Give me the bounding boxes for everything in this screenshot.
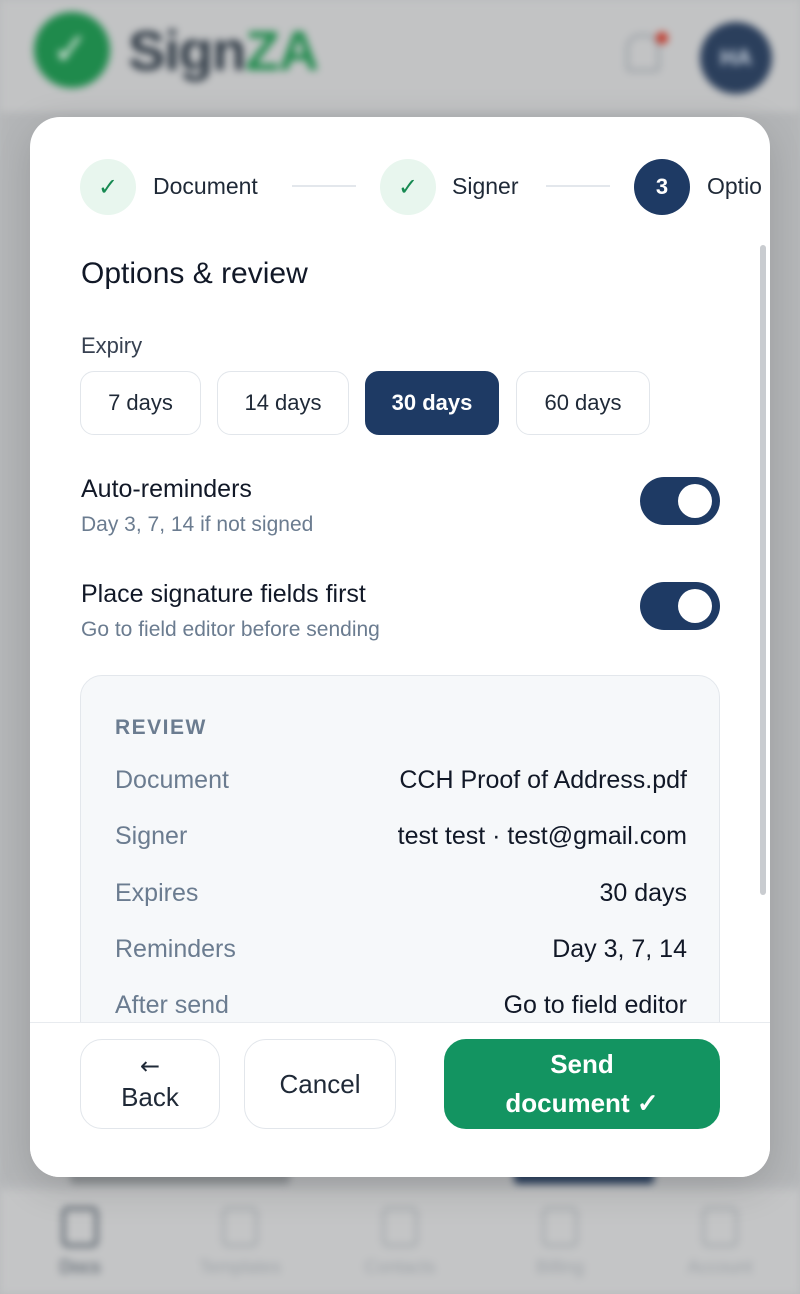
toggle-knob [678,484,712,518]
step-signer-label: Signer [452,173,519,199]
step-connector [292,185,356,187]
place-fields-toggle[interactable] [640,582,720,630]
back-button[interactable]: ← Back [80,1039,220,1129]
nav-item-account: Account [650,1206,790,1278]
review-value-signer: test test · test@gmail.com [397,822,687,850]
docs-icon [62,1206,98,1247]
step-options-number: 3 [634,159,690,215]
auto-reminders-toggle[interactable] [640,477,720,525]
expiry-option-30-days[interactable]: 30 days [365,371,499,435]
review-panel: REVIEW Document CCH Proof of Address.pdf… [80,675,720,1022]
send-button-line2: document ✓ [505,1088,659,1118]
expiry-option-7-days[interactable]: 7 days [80,371,201,435]
send-document-button[interactable]: Send document ✓ [444,1039,720,1129]
scrollbar[interactable] [760,245,766,895]
notification-bell-icon [626,34,660,72]
review-key-signer: Signer [115,822,188,850]
nav-item-billing: Billing [490,1206,630,1278]
stepper: ✓ Document ✓ Signer 3 Optio [30,117,770,257]
review-value-expires: 30 days [599,879,687,907]
toggle-knob [678,589,712,623]
review-key-reminders: Reminders [115,935,236,963]
billing-icon [542,1206,578,1247]
step-connector [546,185,610,187]
send-button-line1: Send [550,1049,614,1079]
step-options-label: Optio [707,173,762,199]
bottom-nav: Docs Templates Contacts Billing Account [0,1190,800,1294]
place-fields-subtitle: Go to field editor before sending [81,618,380,641]
review-value-document: CCH Proof of Address.pdf [399,766,687,794]
review-key-document: Document [115,766,229,794]
place-fields-title: Place signature fields first [81,580,366,608]
arrow-left-icon: ← [139,1051,161,1080]
nav-item-templates: Templates [170,1206,310,1278]
review-heading: REVIEW [115,716,207,739]
contacts-icon [382,1206,418,1247]
review-value-reminders: Day 3, 7, 14 [552,935,687,963]
modal-footer: ← Back Cancel Send document ✓ [30,1022,770,1177]
auto-reminders-subtitle: Day 3, 7, 14 if not signed [81,513,314,536]
app-header: ✓ SignZA HA [0,0,800,112]
nav-item-docs: Docs [10,1206,150,1278]
step-document-check-icon: ✓ [80,159,136,215]
step-signer-check-icon: ✓ [380,159,436,215]
nav-item-contacts: Contacts [330,1206,470,1278]
review-key-expires: Expires [115,879,199,907]
logo-check-icon: ✓ [52,24,89,75]
expiry-label: Expiry [81,333,143,358]
review-value-after-send: Go to field editor [503,991,687,1019]
expiry-option-60-days[interactable]: 60 days [516,371,650,435]
cancel-button[interactable]: Cancel [244,1039,396,1129]
options-scroll-area[interactable]: Options & review Expiry 7 days 14 days 3… [30,247,770,1022]
expiry-option-14-days[interactable]: 14 days [217,371,349,435]
avatar: HA [700,22,772,94]
logo-text: SignZA [128,19,319,82]
cancel-button-label: Cancel [279,1068,361,1099]
step-document-label: Document [153,173,258,199]
back-button-label: Back [121,1082,179,1112]
send-document-modal: ✓ Document ✓ Signer 3 Optio Options & re… [30,117,770,1177]
auto-reminders-title: Auto-reminders [81,475,252,503]
notification-dot [656,32,668,44]
templates-icon [222,1206,258,1247]
review-key-after-send: After send [115,991,229,1019]
section-title: Options & review [81,257,308,290]
account-icon [702,1206,738,1247]
